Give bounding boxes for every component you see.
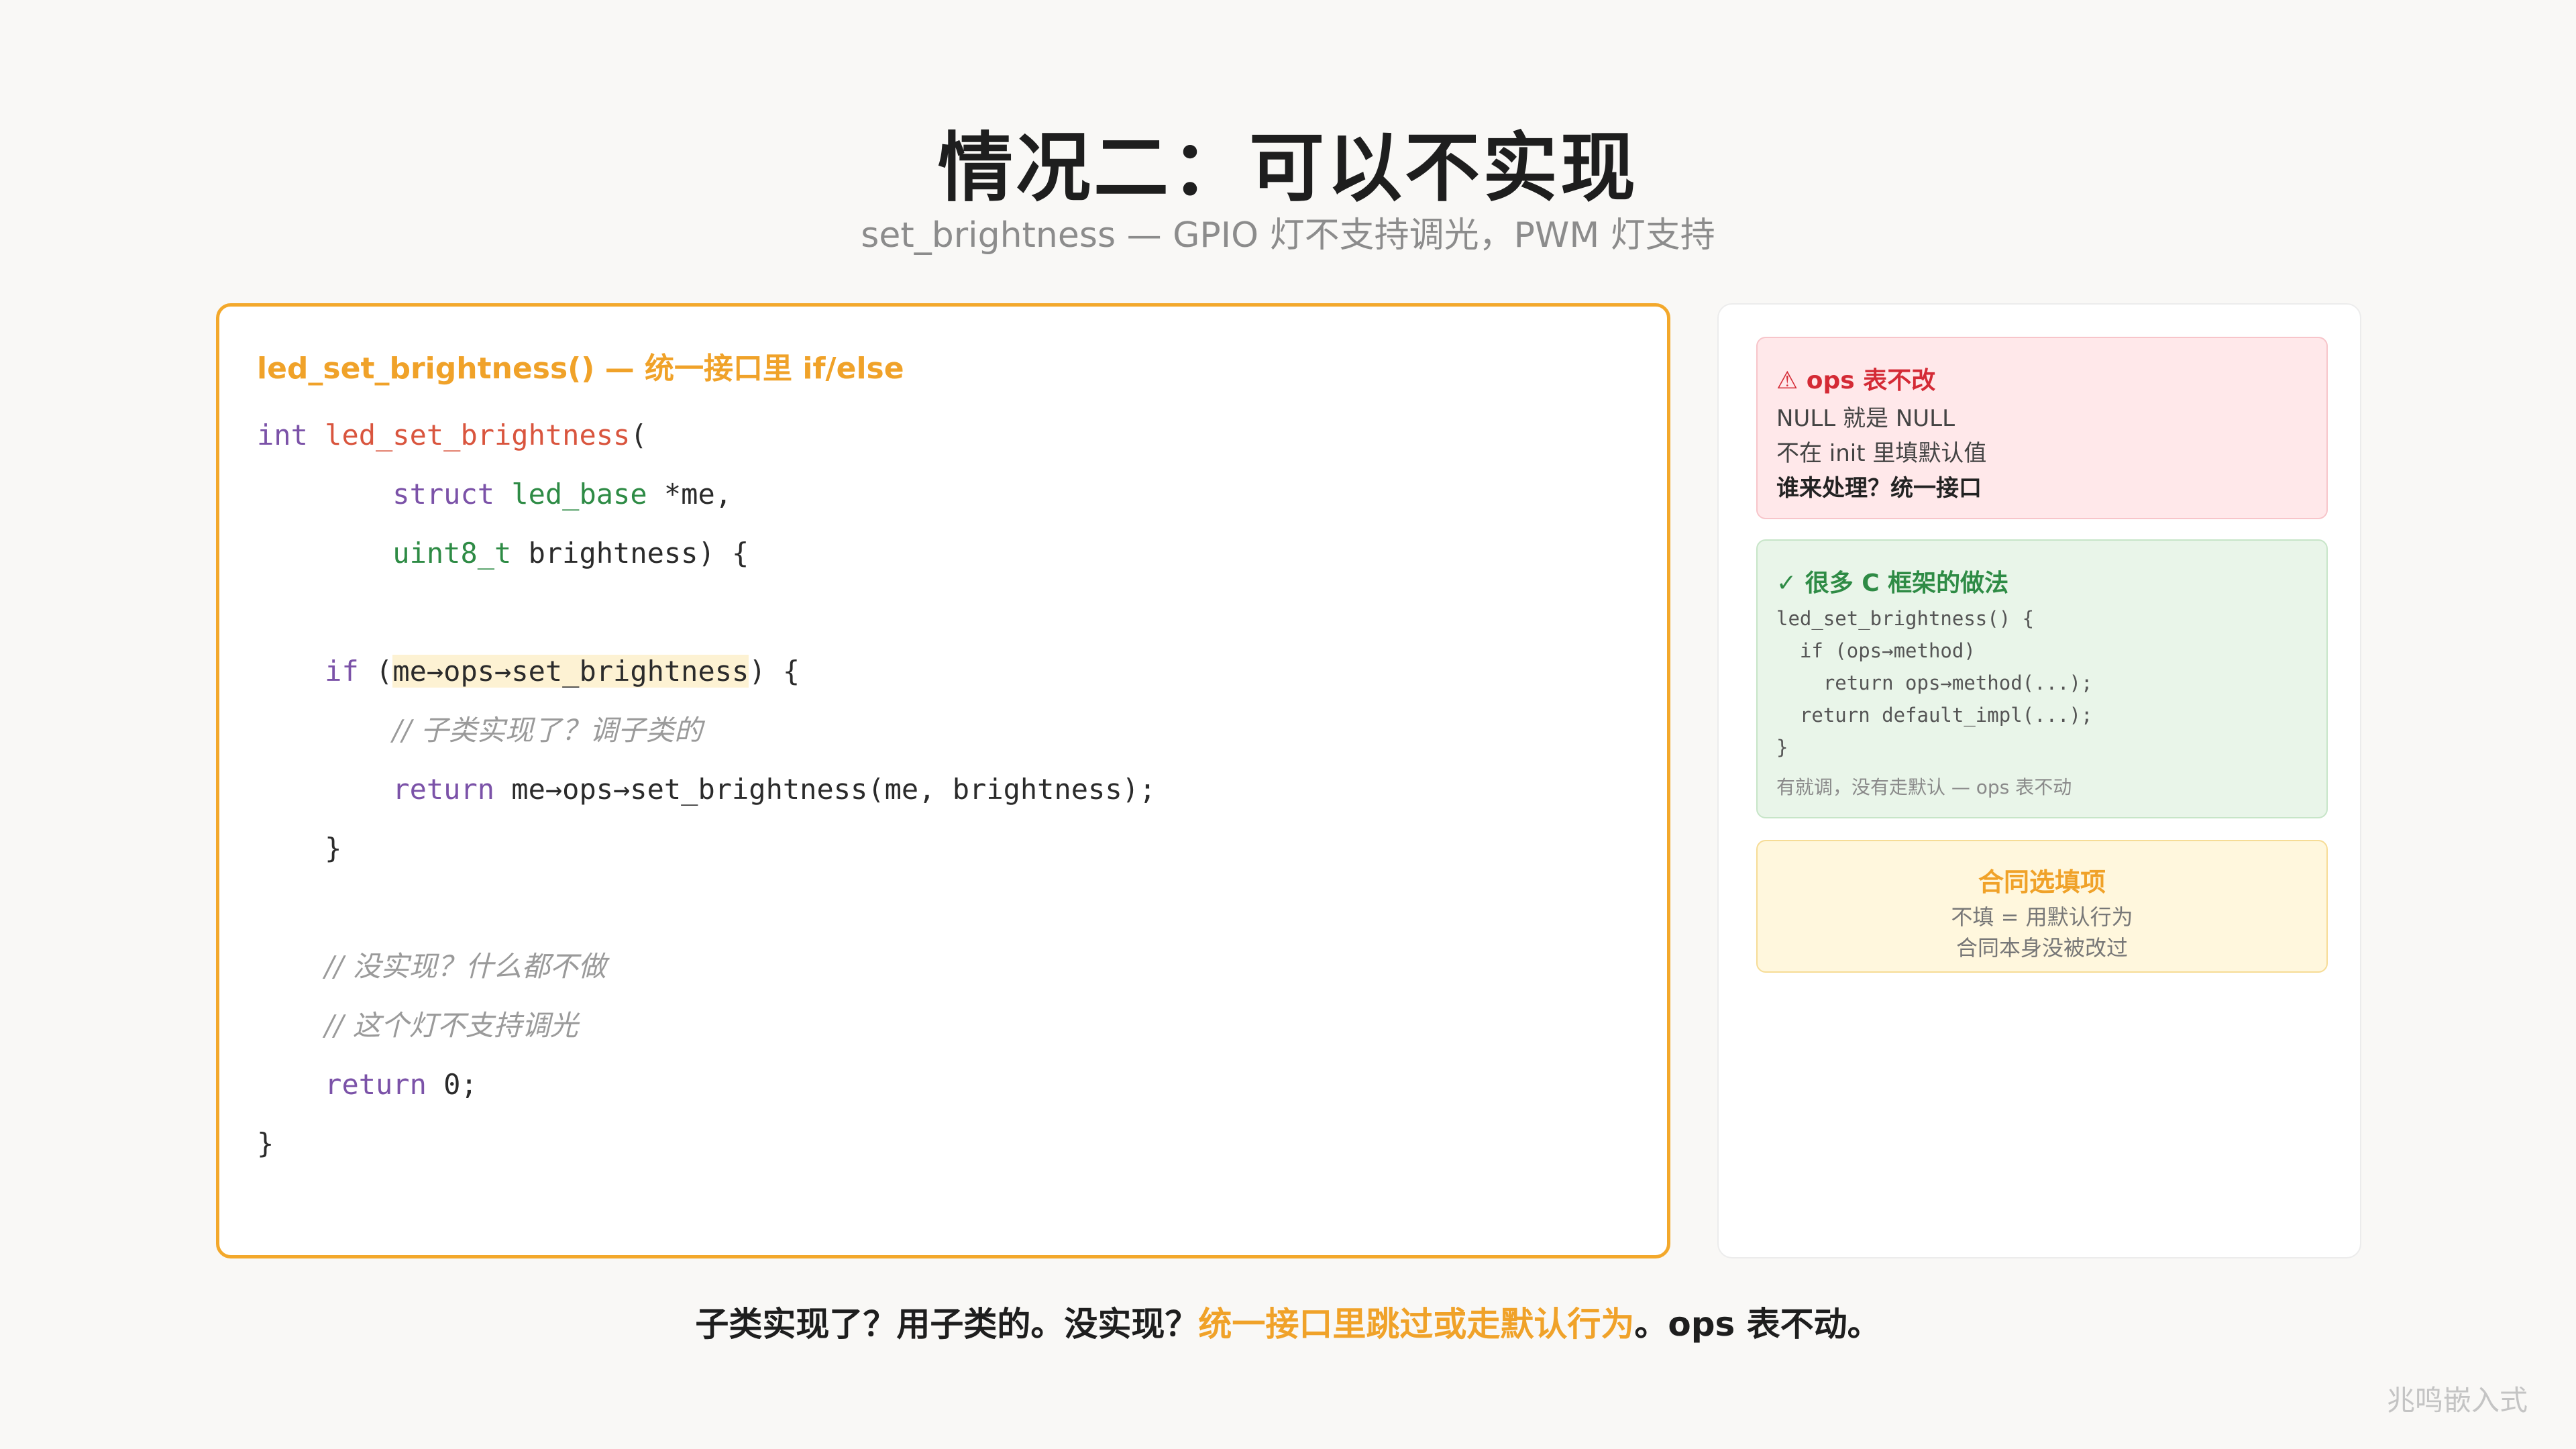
code-text: brightness) { <box>511 537 749 570</box>
contract-line: 合同本身没被改过 <box>1955 935 2128 961</box>
practice-code-line: return ops→method(...); <box>1776 672 2093 694</box>
code-line-7: return me→ops→set_brightness(me, brightn… <box>257 760 1156 819</box>
code-text: me→ops→set_brightness(me, brightness); <box>494 773 1157 806</box>
summary-accent: 统一接口里跳过或走默认行为 <box>1198 1305 1635 1344</box>
code-keyword: struct <box>392 478 495 511</box>
code-panel: led_set_brightness() — 统一接口里 if/else int… <box>216 303 1670 1258</box>
code-line-13: } <box>257 1114 1156 1173</box>
practice-code-line: } <box>1776 736 1788 759</box>
code-line-2: struct led_base *me, <box>257 465 1156 524</box>
practice-code-line: led_set_brightness() { <box>1776 607 2035 630</box>
code-function-name: led_set_brightness <box>325 419 631 451</box>
contract-card-title: 合同选填项 <box>1978 867 2106 897</box>
summary-text: 。ops 表不动。 <box>1634 1305 1881 1344</box>
warning-line: NULL 就是 NULL <box>1776 405 1955 432</box>
code-caption: led_set_brightness() — 统一接口里 if/else <box>257 352 904 386</box>
code-line-5: if (me→ops→set_brightness) { <box>257 642 1156 701</box>
code-highlighted-condition: me→ops→set_brightness <box>392 655 749 688</box>
warning-card: ⚠ ops 表不改 NULL 就是 NULL 不在 init 里填默认值 谁来处… <box>1756 337 2328 519</box>
contract-card: 合同选填项 不填 = 用默认行为 合同本身没被改过 <box>1756 840 2328 973</box>
code-line-11: // 这个灯不支持调光 <box>257 996 1156 1055</box>
watermark: 兆鸣嵌入式 <box>2386 1384 2528 1417</box>
code-line-6: // 子类实现了？调子类的 <box>257 701 1156 760</box>
code-line-8: } <box>257 819 1156 878</box>
code-comment: // 没实现？什么都不做 <box>325 950 606 983</box>
code-keyword: if <box>325 655 359 688</box>
code-line-3: uint8_t brightness) { <box>257 524 1156 583</box>
code-keyword: int <box>257 419 308 451</box>
code-line-10: // 没实现？什么都不做 <box>257 937 1156 996</box>
side-panel: ⚠ ops 表不改 NULL 就是 NULL 不在 init 里填默认值 谁来处… <box>1717 303 2361 1258</box>
code-line-12: return 0; <box>257 1055 1156 1114</box>
code-comment: // 子类实现了？调子类的 <box>392 714 702 747</box>
contract-line: 不填 = 用默认行为 <box>1951 904 2133 930</box>
summary-line: 子类实现了？用子类的。没实现？统一接口里跳过或走默认行为。ops 表不动。 <box>0 1297 2576 1346</box>
practice-code-line: if (ops→method) <box>1776 639 1976 662</box>
code-text: ) { <box>749 655 800 688</box>
page-subtitle: set_brightness — GPIO 灯不支持调光，PWM 灯支持 <box>861 215 1715 256</box>
summary-text: 子类实现了？用子类的。没实现？ <box>695 1305 1199 1344</box>
code-text: } <box>257 1127 274 1160</box>
warning-line-emphasis: 谁来处理？统一接口 <box>1776 475 1982 502</box>
code-text: ( <box>358 655 393 688</box>
warning-card-title: ⚠ ops 表不改 <box>1776 367 1936 394</box>
code-text: ( <box>630 419 647 451</box>
code-block: int led_set_brightness( struct led_base … <box>257 406 1156 1173</box>
code-text: *me, <box>647 478 733 511</box>
page-title: 情况二：可以不实现 <box>938 125 1638 212</box>
code-keyword: return <box>392 773 495 806</box>
code-text: 0; <box>426 1068 478 1101</box>
practice-card-title: ✓ 很多 C 框架的做法 <box>1776 570 2009 597</box>
practice-code: led_set_brightness() { if (ops→method) r… <box>1776 602 2092 763</box>
warning-line: 不在 init 里填默认值 <box>1776 440 1987 467</box>
code-type: uint8_t <box>392 537 512 570</box>
code-text: } <box>325 832 342 865</box>
code-line-1: int led_set_brightness( <box>257 406 1156 465</box>
code-type: led_base <box>511 478 647 511</box>
code-comment: // 这个灯不支持调光 <box>325 1009 578 1042</box>
practice-card: ✓ 很多 C 框架的做法 led_set_brightness() { if (… <box>1756 539 2328 818</box>
practice-code-line: return default_impl(...); <box>1776 704 2093 727</box>
code-keyword: return <box>325 1068 427 1101</box>
practice-note: 有就调，没有走默认 — ops 表不动 <box>1776 776 2072 798</box>
